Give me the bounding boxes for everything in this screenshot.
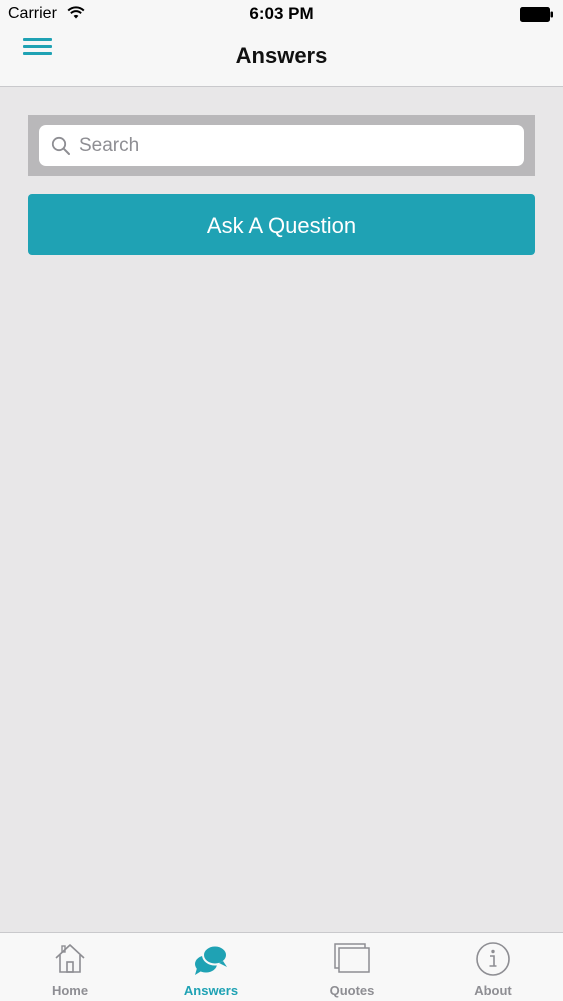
status-bar: Carrier 6:03 PM — [0, 0, 563, 28]
tab-home[interactable]: Home — [0, 933, 140, 1001]
quotes-icon — [333, 941, 371, 980]
status-time: 6:03 PM — [249, 4, 314, 23]
chat-bubbles-icon — [193, 941, 229, 982]
tab-quotes[interactable]: Quotes — [282, 933, 422, 1001]
battery-icon — [520, 7, 554, 27]
search-icon — [51, 136, 71, 161]
tab-about-label: About — [474, 983, 512, 998]
navigation-bar: Answers — [0, 28, 563, 87]
page-title: Answers — [235, 43, 328, 68]
tab-quotes-label: Quotes — [329, 983, 375, 998]
ask-question-button[interactable]: Ask A Question — [28, 194, 535, 255]
tab-about[interactable]: About — [423, 933, 563, 1001]
search-box[interactable] — [39, 125, 524, 166]
tab-answers[interactable]: Answers — [141, 933, 281, 1001]
search-bar-container — [28, 115, 535, 176]
home-icon — [53, 941, 87, 980]
tab-answers-label: Answers — [183, 983, 239, 998]
info-icon — [475, 941, 511, 982]
search-input[interactable] — [79, 125, 509, 166]
tab-home-label: Home — [51, 983, 89, 998]
tab-bar: Home Answers Quotes About — [0, 932, 563, 1001]
